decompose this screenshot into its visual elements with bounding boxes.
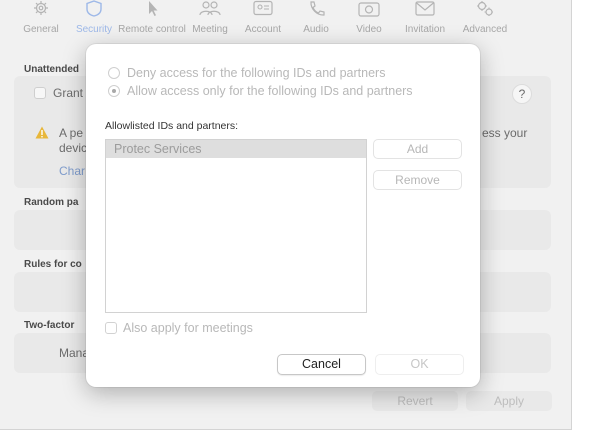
warning-text-line1: A pe	[59, 126, 84, 140]
warning-text-line2: devic	[59, 141, 88, 155]
tab-video[interactable]: Video	[343, 0, 395, 40]
tab-remote-control[interactable]: Remote control	[118, 0, 186, 40]
tab-security-label: Security	[75, 24, 113, 35]
allowlist-list[interactable]: Protec Services	[105, 139, 367, 313]
tab-general[interactable]: General	[15, 0, 67, 40]
cancel-button[interactable]: Cancel	[277, 354, 366, 375]
tab-audio[interactable]: Audio	[290, 0, 342, 40]
help-button[interactable]: ?	[512, 84, 532, 104]
remove-button[interactable]: Remove	[373, 170, 462, 190]
allow-radio[interactable]	[108, 85, 120, 97]
allowlist-label: Allowlisted IDs and partners:	[105, 120, 239, 132]
tab-remote-control-label: Remote control	[118, 24, 186, 35]
tab-advanced[interactable]: Advanced	[455, 0, 515, 40]
phone-icon	[310, 1, 325, 16]
apply-button[interactable]: Apply	[466, 391, 552, 411]
revert-button[interactable]: Revert	[372, 391, 458, 411]
tab-invitation[interactable]: Invitation	[396, 0, 454, 40]
rules-section-label: Rules for co	[24, 259, 82, 270]
allow-access-option[interactable]: Allow access only for the following IDs …	[108, 84, 413, 98]
access-control-dialog: Deny access for the following IDs and pa…	[86, 44, 480, 387]
manage-text: Mana	[59, 346, 90, 360]
ok-button[interactable]: OK	[375, 354, 464, 375]
tab-invitation-label: Invitation	[404, 24, 446, 35]
apply-meetings-option[interactable]: Also apply for meetings	[105, 321, 253, 335]
two-factor-section-label: Two-factor	[24, 320, 75, 331]
tab-account-label: Account	[244, 24, 282, 35]
allow-option-label: Allow access only for the following IDs …	[127, 84, 413, 98]
gears-icon	[477, 1, 493, 16]
warning-text-tail: ess your	[482, 126, 528, 140]
tab-account[interactable]: Account	[237, 0, 289, 40]
cursor-icon	[149, 1, 158, 16]
preferences-toolbar: General Security Remote control Meeting …	[0, 0, 572, 40]
deny-access-option[interactable]: Deny access for the following IDs and pa…	[108, 66, 385, 80]
grant-checkbox[interactable]	[34, 87, 46, 99]
add-button[interactable]: Add	[373, 139, 462, 159]
envelope-icon	[415, 1, 435, 16]
change-link[interactable]: Char	[59, 164, 85, 178]
tab-audio-label: Audio	[303, 24, 329, 35]
id-card-icon	[253, 0, 273, 16]
tab-video-label: Video	[356, 24, 382, 35]
people-icon	[199, 1, 221, 16]
shield-icon	[86, 0, 102, 17]
tab-advanced-label: Advanced	[462, 24, 508, 35]
camera-icon	[358, 2, 380, 17]
apply-meetings-label: Also apply for meetings	[123, 321, 253, 335]
tab-meeting[interactable]: Meeting	[184, 0, 236, 40]
list-item[interactable]: Protec Services	[106, 140, 366, 158]
deny-radio[interactable]	[108, 67, 120, 79]
tab-general-label: General	[23, 24, 59, 35]
tab-security[interactable]: Security	[68, 0, 120, 40]
warning-icon	[35, 126, 49, 139]
deny-option-label: Deny access for the following IDs and pa…	[127, 66, 386, 80]
tab-meeting-label: Meeting	[192, 24, 228, 35]
gear-icon	[34, 1, 48, 15]
random-password-section-label: Random pa	[24, 197, 79, 208]
apply-meetings-checkbox[interactable]	[105, 322, 117, 334]
grant-text: Grant	[53, 86, 84, 100]
unattended-section-label: Unattended	[24, 64, 79, 75]
